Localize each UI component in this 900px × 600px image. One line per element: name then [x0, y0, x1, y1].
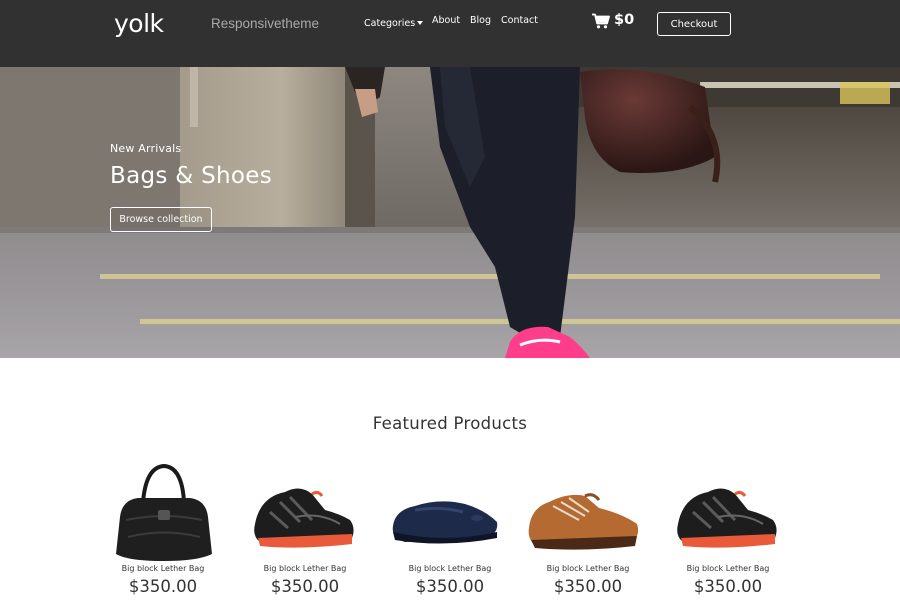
browse-collection-button[interactable]: Browse collection [110, 207, 212, 232]
black-running-shoe-image[interactable] [240, 462, 370, 562]
nav-blog[interactable]: Blog [470, 15, 491, 26]
product-price: $350.00 [553, 577, 623, 596]
product-price: $350.00 [693, 577, 763, 596]
hero-banner: New Arrivals Bags & Shoes Browse collect… [0, 67, 900, 358]
hero-eyebrow: New Arrivals [110, 142, 182, 155]
nav-contact[interactable]: Contact [501, 15, 538, 26]
featured-products-title: Featured Products [372, 414, 528, 433]
chevron-down-icon[interactable] [417, 21, 423, 25]
black-leather-handbag-image[interactable] [98, 462, 228, 562]
nav-about[interactable]: About [432, 15, 460, 26]
product-name[interactable]: Big block Lether Bag [523, 564, 653, 573]
cart-total[interactable]: $0 [614, 12, 634, 28]
site-header: yolk Responsivetheme Categories About Bl… [0, 0, 900, 67]
navy-loafer-image[interactable] [385, 462, 515, 562]
shopping-cart-icon[interactable] [592, 13, 610, 29]
product-name[interactable]: Big block Lether Bag [385, 564, 515, 573]
black-running-shoe-image[interactable] [663, 462, 793, 562]
product-name[interactable]: Big block Lether Bag [663, 564, 793, 573]
product-price: $350.00 [128, 577, 198, 596]
product-card[interactable]: Big block Lether Bag $350.00 [240, 462, 370, 600]
checkout-button[interactable]: Checkout [657, 12, 731, 36]
product-card[interactable]: Big block Lether Bag $350.00 [385, 462, 515, 600]
product-card[interactable]: Big block Lether Bag $350.00 [663, 462, 793, 600]
product-price: $350.00 [415, 577, 485, 596]
product-card[interactable]: Big block Lether Bag $350.00 [98, 462, 228, 600]
site-logo[interactable]: yolk [114, 9, 164, 38]
product-card[interactable]: Big block Lether Bag $350.00 [523, 462, 653, 600]
site-tagline: Responsivetheme [211, 16, 320, 31]
nav-categories[interactable]: Categories [364, 18, 415, 29]
product-price: $350.00 [270, 577, 340, 596]
brown-casual-shoe-image[interactable] [523, 462, 653, 562]
hero-title: Bags & Shoes [110, 163, 272, 189]
product-name[interactable]: Big block Lether Bag [98, 564, 228, 573]
product-name[interactable]: Big block Lether Bag [240, 564, 370, 573]
